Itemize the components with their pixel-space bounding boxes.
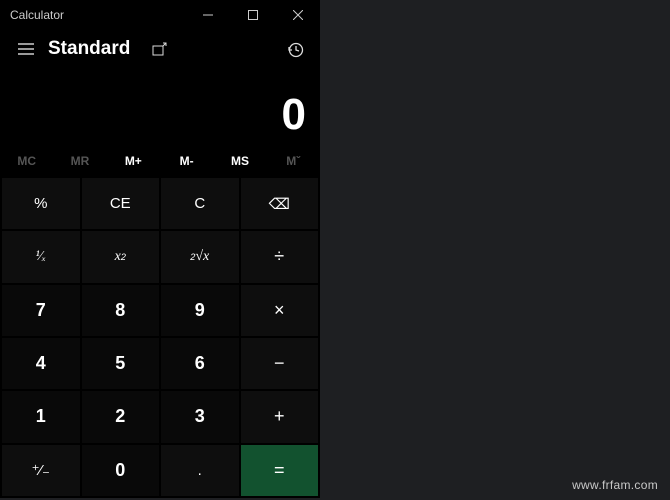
digit-7-button[interactable]: 7 (2, 285, 80, 336)
decimal-button[interactable]: . (161, 445, 239, 496)
equals-button[interactable]: = (241, 445, 319, 496)
multiply-button[interactable]: × (241, 285, 319, 336)
titlebar[interactable]: Calculator (0, 0, 320, 30)
reciprocal-button[interactable]: ¹⁄ₓ (2, 231, 80, 282)
digit-1-button[interactable]: 1 (2, 391, 80, 442)
digit-2-button[interactable]: 2 (82, 391, 160, 442)
digit-0-button[interactable]: 0 (82, 445, 160, 496)
maximize-button[interactable] (230, 0, 275, 30)
display: 0 (0, 68, 320, 146)
memory-plus-button[interactable]: M+ (107, 146, 160, 176)
memory-store-button[interactable]: MS (213, 146, 266, 176)
memory-recall-button: MR (53, 146, 106, 176)
window-title: Calculator (0, 8, 185, 22)
digit-5-button[interactable]: 5 (82, 338, 160, 389)
memory-row: MC MR M+ M- MS Mˇ (0, 146, 320, 176)
memory-list-button: Mˇ (267, 146, 320, 176)
sqrt-button[interactable]: 2√x (161, 231, 239, 282)
close-button[interactable] (275, 0, 320, 30)
digit-6-button[interactable]: 6 (161, 338, 239, 389)
negate-button[interactable]: ⁺⁄₋ (2, 445, 80, 496)
clear-button[interactable]: C (161, 178, 239, 229)
digit-4-button[interactable]: 4 (2, 338, 80, 389)
percent-button[interactable]: % (2, 178, 80, 229)
square-button[interactable]: x2 (82, 231, 160, 282)
memory-minus-button[interactable]: M- (160, 146, 213, 176)
plus-button[interactable]: + (241, 391, 319, 442)
keypad: % CE C ⌫ ¹⁄ₓ x2 2√x ÷ 7 8 9 × 4 5 6 − 1 … (0, 176, 320, 498)
memory-clear-button: MC (0, 146, 53, 176)
history-icon[interactable] (278, 32, 312, 66)
clear-entry-button[interactable]: CE (82, 178, 160, 229)
keep-on-top-icon[interactable] (142, 32, 176, 66)
mode-label: Standard (48, 38, 130, 60)
minimize-button[interactable] (185, 0, 230, 30)
minus-button[interactable]: − (241, 338, 319, 389)
calculator-window: Calculator Standard 0 MC MR M+ M- MS Mˇ (0, 0, 320, 498)
digit-9-button[interactable]: 9 (161, 285, 239, 336)
digit-8-button[interactable]: 8 (82, 285, 160, 336)
header: Standard (0, 30, 320, 68)
backspace-button[interactable]: ⌫ (241, 178, 319, 229)
watermark: www.frfam.com (572, 478, 658, 492)
hamburger-icon[interactable] (8, 31, 44, 67)
digit-3-button[interactable]: 3 (161, 391, 239, 442)
divide-button[interactable]: ÷ (241, 231, 319, 282)
